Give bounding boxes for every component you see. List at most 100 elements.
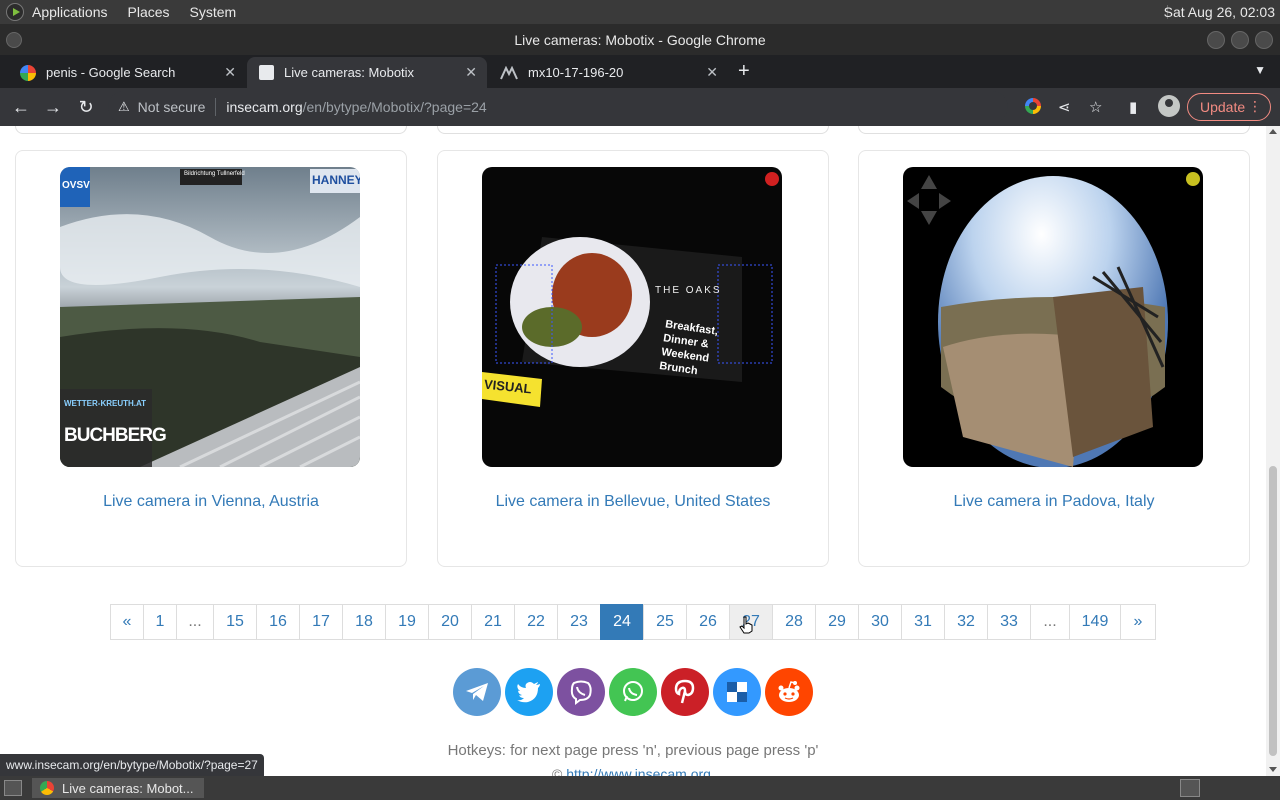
overlay-text: WETTER-KREUTH.AT xyxy=(64,399,147,408)
page-link-149[interactable]: 149 xyxy=(1069,604,1121,640)
url-path: /en/bytype/Mobotix/?page=24 xyxy=(302,99,487,115)
page-link-17[interactable]: 17 xyxy=(299,604,343,640)
close-tab-icon[interactable]: ✕ xyxy=(465,64,477,81)
close-tab-icon[interactable]: ✕ xyxy=(224,64,236,81)
tab-label: penis - Google Search xyxy=(46,65,176,80)
forward-button[interactable]: → xyxy=(42,96,64,118)
address-bar[interactable]: ⚠ Not secure insecam.org /en/bytype/Mobo… xyxy=(108,91,1008,123)
new-tab-button[interactable]: + xyxy=(738,60,750,83)
camera-link[interactable]: Live camera in Padova, Italy xyxy=(859,493,1249,511)
page-link-15[interactable]: 15 xyxy=(213,604,257,640)
window-menu-icon[interactable] xyxy=(6,32,22,48)
card-above xyxy=(437,126,829,134)
page-ellipsis: ... xyxy=(1030,604,1070,640)
page-scrollbar[interactable] xyxy=(1266,126,1280,776)
top-panel: Applications Places System Sat Aug 26, 0… xyxy=(0,0,1280,24)
tab-live-cameras[interactable]: Live cameras: Mobotix ✕ xyxy=(247,57,487,88)
page-link-1[interactable]: 1 xyxy=(143,604,177,640)
page-ellipsis: ... xyxy=(176,604,214,640)
camera-thumbnail[interactable] xyxy=(903,167,1203,467)
page-prev[interactable]: « xyxy=(110,604,144,640)
page-viewport: OVSV Bildrichtung Tullnerfeld HANNEY WET… xyxy=(0,126,1266,776)
delicious-share-button[interactable] xyxy=(713,668,761,716)
reddit-share-button[interactable] xyxy=(765,668,813,716)
overlay-text: OVSV xyxy=(62,180,90,191)
window-titlebar[interactable]: Live cameras: Mobotix - Google Chrome xyxy=(0,24,1280,55)
copyright-link[interactable]: http://www.insecam.org xyxy=(566,766,711,776)
distro-logo-icon[interactable] xyxy=(6,3,24,21)
page-link-16[interactable]: 16 xyxy=(256,604,300,640)
page-link-25[interactable]: 25 xyxy=(643,604,687,640)
close-window-button[interactable] xyxy=(1255,31,1273,49)
url-host: insecam.org xyxy=(226,99,303,115)
menu-kebab-icon[interactable]: ⋮ xyxy=(1248,98,1262,115)
whatsapp-share-button[interactable] xyxy=(609,668,657,716)
close-tab-icon[interactable]: ✕ xyxy=(706,64,718,81)
page-next[interactable]: » xyxy=(1120,604,1156,640)
page-link-29[interactable]: 29 xyxy=(815,604,859,640)
panel-clock[interactable]: Sat Aug 26, 02:03 xyxy=(1164,4,1275,20)
taskbar: Live cameras: Mobot... xyxy=(0,776,1280,800)
page-link-20[interactable]: 20 xyxy=(428,604,472,640)
scroll-down-arrow-icon[interactable] xyxy=(1269,767,1277,772)
scroll-up-arrow-icon[interactable] xyxy=(1269,129,1277,134)
omnibox-divider xyxy=(215,98,217,116)
tab-mx10[interactable]: mx10-17-196-20 ✕ xyxy=(488,57,728,88)
page-link-30[interactable]: 30 xyxy=(858,604,902,640)
minimize-button[interactable] xyxy=(1207,31,1225,49)
warning-icon[interactable]: ⚠ xyxy=(118,99,130,115)
security-label[interactable]: Not secure xyxy=(138,99,206,115)
system-menu[interactable]: System xyxy=(190,4,237,20)
window-title: Live cameras: Mobotix - Google Chrome xyxy=(514,31,766,48)
applications-menu[interactable]: Applications xyxy=(32,4,108,20)
tab-label: Live cameras: Mobotix xyxy=(284,65,415,80)
tab-google-search[interactable]: penis - Google Search ✕ xyxy=(8,57,246,88)
card-above xyxy=(15,126,407,134)
update-label: Update xyxy=(1200,99,1246,115)
share-icon[interactable]: ⋖ xyxy=(1058,98,1071,116)
viber-icon xyxy=(570,680,592,705)
camera-link[interactable]: Live camera in Bellevue, United States xyxy=(438,493,828,511)
overlay-text: BUCHBERG xyxy=(64,425,167,446)
tray-chrome-icon[interactable] xyxy=(1180,779,1200,797)
page-link-21[interactable]: 21 xyxy=(471,604,515,640)
reload-button[interactable]: ↻ xyxy=(75,96,97,118)
maximize-button[interactable] xyxy=(1231,31,1249,49)
page-link-28[interactable]: 28 xyxy=(772,604,816,640)
page-link-26[interactable]: 26 xyxy=(686,604,730,640)
back-button[interactable]: ← xyxy=(10,96,32,118)
show-desktop-icon[interactable] xyxy=(4,780,22,796)
pinterest-icon xyxy=(674,679,695,704)
taskbar-chrome-window[interactable]: Live cameras: Mobot... xyxy=(32,778,204,798)
page-link-33[interactable]: 33 xyxy=(987,604,1031,640)
profile-avatar[interactable] xyxy=(1158,95,1180,117)
mobotix-icon xyxy=(500,65,518,80)
camera-thumbnail[interactable]: THE OAKS Breakfast, Dinner & Weekend Bru… xyxy=(482,167,782,467)
page-link-23[interactable]: 23 xyxy=(557,604,601,640)
camera-link[interactable]: Live camera in Vienna, Austria xyxy=(16,493,406,511)
hand-cursor-icon xyxy=(739,616,753,634)
overlay-text: Breakfast, Dinner & Weekend Brunch xyxy=(658,318,719,378)
google-lens-icon[interactable] xyxy=(1025,98,1041,114)
page-link-19[interactable]: 19 xyxy=(385,604,429,640)
scrollbar-thumb[interactable] xyxy=(1269,466,1277,756)
page-link-32[interactable]: 32 xyxy=(944,604,988,640)
page-link-22[interactable]: 22 xyxy=(514,604,558,640)
viber-share-button[interactable] xyxy=(557,668,605,716)
places-menu[interactable]: Places xyxy=(128,4,170,20)
telegram-share-button[interactable] xyxy=(453,668,501,716)
tab-search-chevron-icon[interactable]: ▼ xyxy=(1254,63,1266,77)
side-panel-icon[interactable]: ▮ xyxy=(1129,98,1137,116)
browser-toolbar: ← → ↻ ⚠ Not secure insecam.org /en/bytyp… xyxy=(0,88,1280,126)
page-link-31[interactable]: 31 xyxy=(901,604,945,640)
camera-thumbnail[interactable]: OVSV Bildrichtung Tullnerfeld HANNEY WET… xyxy=(60,167,360,467)
whatsapp-icon xyxy=(623,681,643,702)
update-button[interactable]: Update ⋮ xyxy=(1187,93,1271,121)
overlay-text: THE OAKS xyxy=(655,285,722,296)
pinterest-share-button[interactable] xyxy=(661,668,709,716)
page-link-18[interactable]: 18 xyxy=(342,604,386,640)
twitter-share-button[interactable] xyxy=(505,668,553,716)
delicious-icon xyxy=(727,682,747,702)
bookmark-star-icon[interactable]: ☆ xyxy=(1089,98,1102,116)
page-current[interactable]: 24 xyxy=(600,604,644,640)
